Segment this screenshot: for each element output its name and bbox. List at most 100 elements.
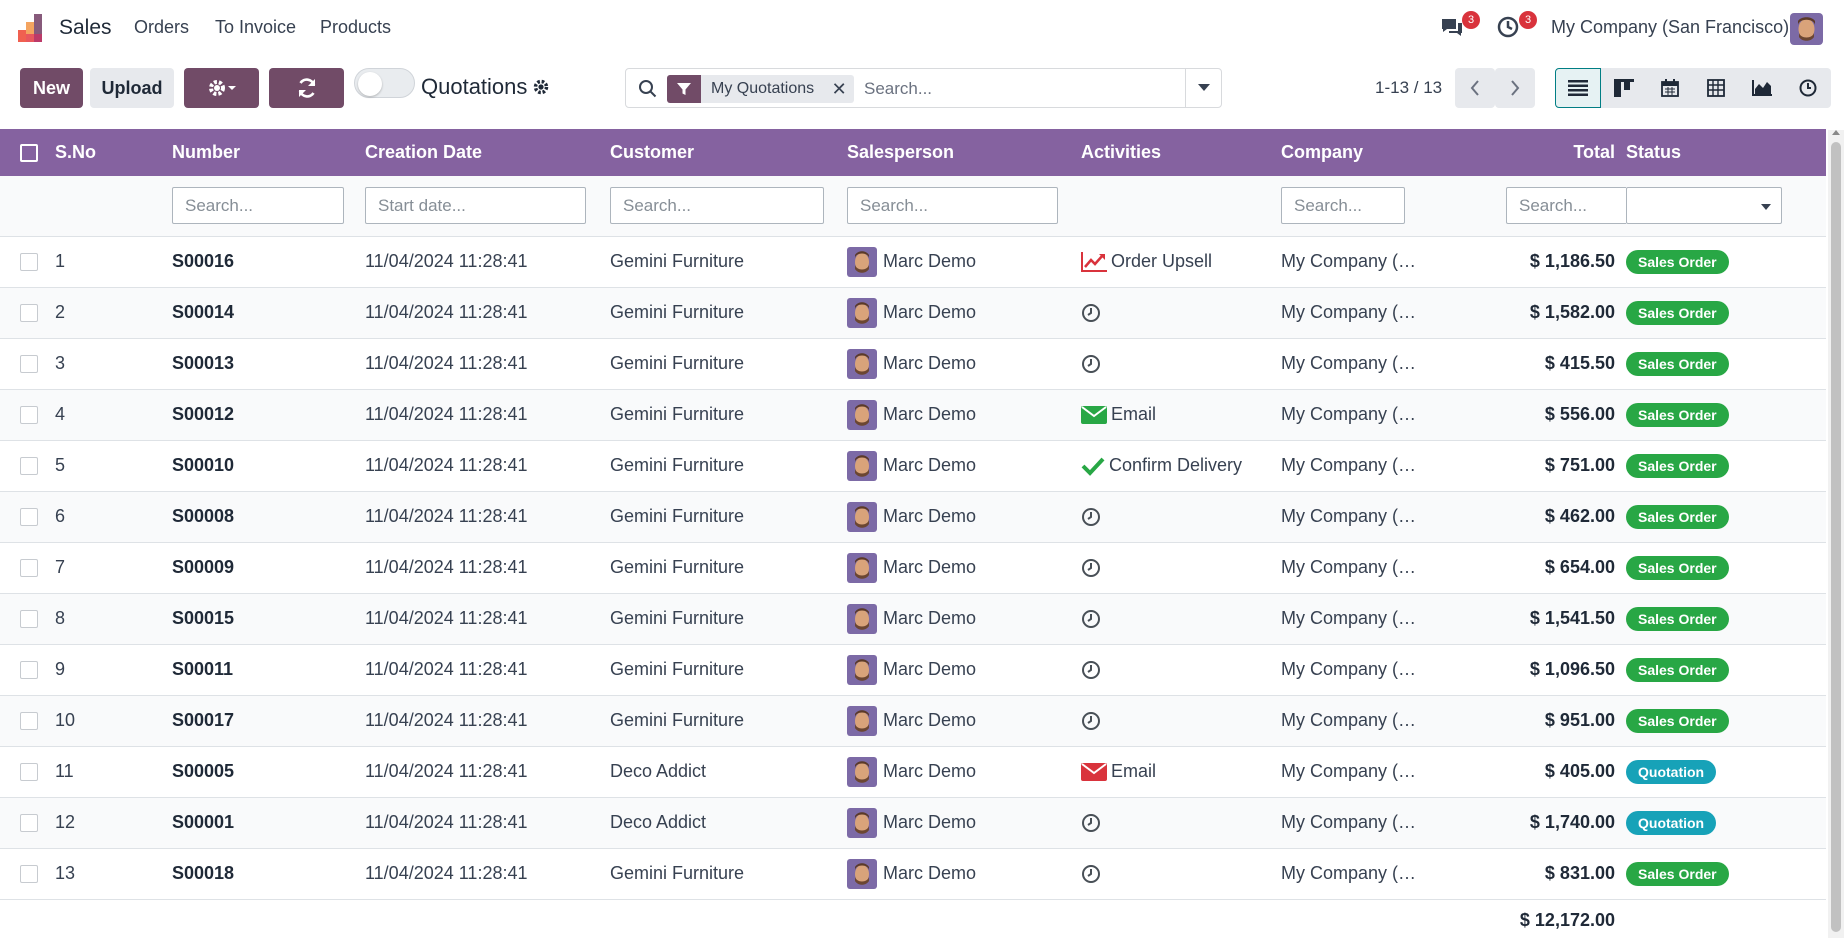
- activity-widget[interactable]: Email: [1081, 404, 1281, 425]
- row-select-cell[interactable]: [0, 491, 55, 542]
- settings-gear-icon[interactable]: [532, 78, 550, 96]
- col-customer[interactable]: Customer: [610, 129, 847, 176]
- row-checkbox[interactable]: [20, 762, 38, 781]
- table-row[interactable]: 9 S00011 11/04/2024 11:28:41 Gemini Furn…: [0, 644, 1826, 695]
- select-all-cell[interactable]: [0, 129, 55, 176]
- activity-widget[interactable]: Confirm Delivery: [1081, 455, 1281, 476]
- salesperson-widget[interactable]: Marc Demo: [847, 603, 1081, 634]
- col-activities[interactable]: Activities: [1081, 129, 1281, 176]
- activity-widget[interactable]: [1081, 303, 1281, 323]
- table-row[interactable]: 7 S00009 11/04/2024 11:28:41 Gemini Furn…: [0, 542, 1826, 593]
- app-name[interactable]: Sales: [59, 16, 112, 40]
- pager-next[interactable]: [1495, 68, 1535, 108]
- row-select-cell[interactable]: [0, 746, 55, 797]
- clock-icon[interactable]: [1081, 864, 1101, 884]
- activity-widget[interactable]: [1081, 507, 1281, 527]
- table-row[interactable]: 10 S00017 11/04/2024 11:28:41 Gemini Fur…: [0, 695, 1826, 746]
- chart-line-icon[interactable]: [1081, 251, 1107, 272]
- row-checkbox[interactable]: [20, 456, 38, 475]
- salesperson-widget[interactable]: Marc Demo: [847, 807, 1081, 838]
- row-checkbox[interactable]: [20, 354, 38, 373]
- upload-button[interactable]: Upload: [90, 68, 174, 108]
- activity-widget[interactable]: [1081, 354, 1281, 374]
- row-select-cell[interactable]: [0, 848, 55, 899]
- number-filter-input[interactable]: [172, 187, 344, 225]
- row-select-cell[interactable]: [0, 440, 55, 491]
- row-checkbox[interactable]: [20, 660, 38, 679]
- kanban-view-button[interactable]: [1601, 68, 1647, 108]
- total-filter-input[interactable]: [1506, 187, 1626, 225]
- search-options-toggle[interactable]: [1185, 69, 1221, 107]
- clock-icon[interactable]: [1081, 711, 1101, 731]
- col-sno[interactable]: S.No: [55, 129, 172, 176]
- col-status[interactable]: Status: [1626, 129, 1826, 176]
- nav-orders[interactable]: Orders: [134, 17, 189, 38]
- row-select-cell[interactable]: [0, 593, 55, 644]
- table-row[interactable]: 11 S00005 11/04/2024 11:28:41 Deco Addic…: [0, 746, 1826, 797]
- sales-app-logo-icon[interactable]: [18, 14, 48, 42]
- row-checkbox[interactable]: [20, 711, 38, 730]
- row-select-cell[interactable]: [0, 542, 55, 593]
- table-row[interactable]: 8 S00015 11/04/2024 11:28:41 Gemini Furn…: [0, 593, 1826, 644]
- activities-button[interactable]: 3: [1497, 11, 1537, 44]
- col-number[interactable]: Number: [172, 129, 365, 176]
- table-row[interactable]: 13 S00018 11/04/2024 11:28:41 Gemini Fur…: [0, 848, 1826, 899]
- row-checkbox[interactable]: [20, 405, 38, 424]
- clock-icon[interactable]: [1081, 507, 1101, 527]
- graph-view-button[interactable]: [1739, 68, 1785, 108]
- status-filter-select[interactable]: [1626, 187, 1782, 225]
- salesperson-widget[interactable]: Marc Demo: [847, 399, 1081, 430]
- row-select-cell[interactable]: [0, 644, 55, 695]
- row-select-cell[interactable]: [0, 797, 55, 848]
- envelope-green-icon[interactable]: [1081, 405, 1107, 425]
- table-row[interactable]: 6 S00008 11/04/2024 11:28:41 Gemini Furn…: [0, 491, 1826, 542]
- row-select-cell[interactable]: [0, 287, 55, 338]
- activity-widget[interactable]: [1081, 864, 1281, 884]
- col-creation-date[interactable]: Creation Date: [365, 129, 610, 176]
- activity-widget[interactable]: [1081, 711, 1281, 731]
- nav-products[interactable]: Products: [320, 17, 391, 38]
- company-filter-input[interactable]: [1281, 187, 1405, 225]
- scrollbar-thumb[interactable]: [1831, 142, 1841, 932]
- table-row[interactable]: 12 S00001 11/04/2024 11:28:41 Deco Addic…: [0, 797, 1826, 848]
- salesperson-widget[interactable]: Marc Demo: [847, 501, 1081, 532]
- messages-button[interactable]: 3: [1440, 11, 1480, 44]
- row-checkbox[interactable]: [20, 252, 38, 271]
- salesperson-widget[interactable]: Marc Demo: [847, 348, 1081, 379]
- salesperson-widget[interactable]: Marc Demo: [847, 756, 1081, 787]
- table-row[interactable]: 3 S00013 11/04/2024 11:28:41 Gemini Furn…: [0, 338, 1826, 389]
- row-select-cell[interactable]: [0, 389, 55, 440]
- col-salesperson[interactable]: Salesperson: [847, 129, 1081, 176]
- envelope-red-icon[interactable]: [1081, 762, 1107, 782]
- search-bar[interactable]: My Quotations ✕: [625, 68, 1222, 108]
- nav-to-invoice[interactable]: To Invoice: [215, 17, 296, 38]
- user-avatar[interactable]: [1790, 13, 1823, 45]
- salesperson-filter-input[interactable]: [847, 187, 1058, 225]
- pager-value[interactable]: 1-13 / 13: [1375, 78, 1442, 98]
- col-company[interactable]: Company: [1281, 129, 1494, 176]
- salesperson-widget[interactable]: Marc Demo: [847, 654, 1081, 685]
- clock-icon[interactable]: [1081, 558, 1101, 578]
- activity-widget[interactable]: [1081, 660, 1281, 680]
- search-input[interactable]: [864, 77, 1184, 101]
- row-checkbox[interactable]: [20, 558, 38, 577]
- salesperson-widget[interactable]: Marc Demo: [847, 246, 1081, 277]
- row-select-cell[interactable]: [0, 236, 55, 287]
- row-checkbox[interactable]: [20, 813, 38, 832]
- company-switcher[interactable]: My Company (San Francisco): [1551, 17, 1789, 38]
- list-view-button[interactable]: [1555, 68, 1601, 108]
- activity-widget[interactable]: Order Upsell: [1081, 251, 1281, 272]
- activity-widget[interactable]: [1081, 558, 1281, 578]
- row-checkbox[interactable]: [20, 609, 38, 628]
- customer-filter-input[interactable]: [610, 187, 824, 225]
- search-facet[interactable]: My Quotations ✕: [667, 75, 855, 103]
- salesperson-widget[interactable]: Marc Demo: [847, 297, 1081, 328]
- clock-icon[interactable]: [1081, 354, 1101, 374]
- clock-icon[interactable]: [1081, 660, 1101, 680]
- scroll-up-arrow-icon[interactable]: [1832, 130, 1840, 135]
- actions-gear-button[interactable]: [184, 68, 259, 108]
- row-select-cell[interactable]: [0, 338, 55, 389]
- calendar-view-button[interactable]: [1647, 68, 1693, 108]
- row-checkbox[interactable]: [20, 303, 38, 322]
- row-select-cell[interactable]: [0, 695, 55, 746]
